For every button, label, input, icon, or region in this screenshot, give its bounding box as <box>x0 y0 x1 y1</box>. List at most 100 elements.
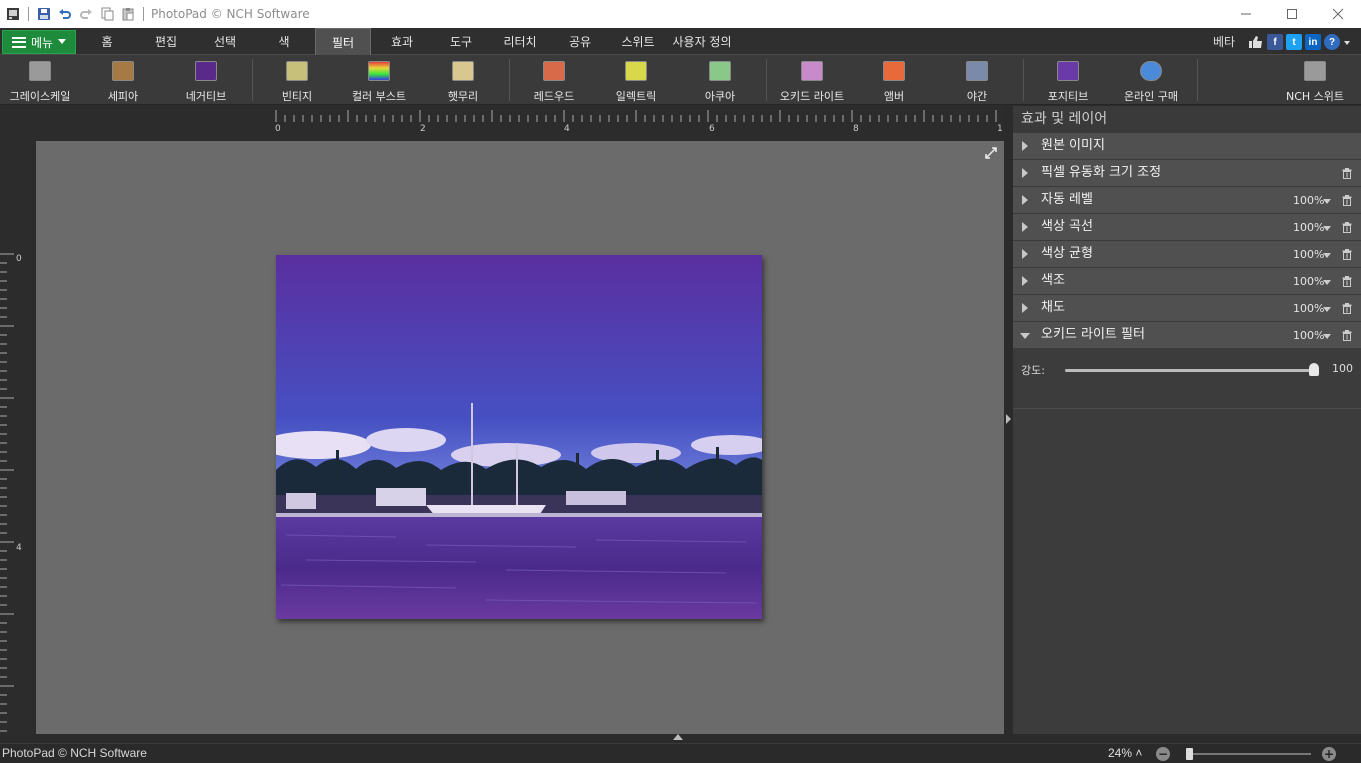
edited-photo[interactable] <box>276 255 762 619</box>
layer-row[interactable]: 색상 균형 100% <box>1013 241 1361 268</box>
buy-online-button[interactable]: 온라인 구매 <box>1118 58 1184 104</box>
tab-edit[interactable]: 편집 <box>145 28 187 55</box>
twitter-icon[interactable]: t <box>1286 34 1302 50</box>
maximize-button[interactable] <box>1269 0 1315 28</box>
layer-row[interactable]: 색조 100% <box>1013 268 1361 295</box>
paste-icon[interactable] <box>119 5 137 23</box>
nch-suite-button[interactable]: NCH 스위트 <box>1282 58 1348 104</box>
tab-tools[interactable]: 도구 <box>440 28 482 55</box>
close-button[interactable] <box>1315 0 1361 28</box>
negative-button[interactable]: 네거티브 <box>178 58 234 104</box>
layer-opacity[interactable]: 100% <box>1293 268 1324 295</box>
electric-button[interactable]: 일렉트릭 <box>610 58 662 104</box>
chevron-down-icon[interactable] <box>1323 226 1331 231</box>
layer-row[interactable]: 오키드 라이트 필터 100% <box>1013 322 1361 349</box>
layer-row[interactable]: 채도 100% <box>1013 295 1361 322</box>
halo-button[interactable]: 햇무리 <box>440 58 486 104</box>
strength-slider-track[interactable] <box>1065 369 1315 372</box>
nch-suite-icon <box>1304 61 1326 81</box>
chevron-down-icon[interactable] <box>1323 253 1331 258</box>
trash-icon[interactable] <box>1342 303 1352 314</box>
layer-name: 원본 이미지 <box>1041 138 1105 153</box>
undo-icon[interactable] <box>56 5 74 23</box>
chevron-down-icon[interactable] <box>1343 34 1351 50</box>
app-icon[interactable] <box>4 5 22 23</box>
minimize-button[interactable] <box>1223 0 1269 28</box>
tab-color[interactable]: 색 <box>268 28 300 55</box>
zoom-out-button[interactable]: − <box>1156 747 1170 761</box>
night-button[interactable]: 야간 <box>954 58 1000 104</box>
amber-icon <box>883 61 905 81</box>
vintage-button[interactable]: 빈티지 <box>274 58 320 104</box>
layer-row[interactable]: 픽셀 유동화 크기 조정 <box>1013 160 1361 187</box>
collapsed-arrow-icon[interactable] <box>1022 276 1028 286</box>
strength-value: 100 <box>1332 362 1353 375</box>
layer-row[interactable]: 색상 곡선 100% <box>1013 214 1361 241</box>
redwood-button[interactable]: 레드우드 <box>528 58 580 104</box>
layer-opacity[interactable]: 100% <box>1293 295 1324 322</box>
chevron-down-icon[interactable] <box>1323 334 1331 339</box>
tab-filter[interactable]: 필터 <box>315 28 371 55</box>
fullscreen-expand-icon[interactable] <box>984 146 998 160</box>
color-boost-button[interactable]: 컬러 부스트 <box>346 58 412 104</box>
tab-customize[interactable]: 사용자 정의 <box>670 28 734 55</box>
chevron-down-icon[interactable] <box>1323 199 1331 204</box>
trash-icon[interactable] <box>1342 249 1352 260</box>
beta-label[interactable]: 베타 <box>1213 28 1235 55</box>
layer-row[interactable]: 자동 레벨 100% <box>1013 187 1361 214</box>
grayscale-button[interactable]: 그레이스케일 <box>6 58 74 104</box>
tab-share[interactable]: 공유 <box>559 28 601 55</box>
collapsed-arrow-icon[interactable] <box>1022 195 1028 205</box>
collapse-panel-icon[interactable] <box>1006 414 1011 424</box>
trash-icon[interactable] <box>1342 222 1352 233</box>
menu-button[interactable]: 메뉴 <box>2 30 76 54</box>
chevron-down-icon[interactable] <box>1323 307 1331 312</box>
tab-effects[interactable]: 효과 <box>381 28 423 55</box>
image-canvas[interactable] <box>36 141 1004 734</box>
trash-icon[interactable] <box>1342 168 1352 179</box>
tab-select[interactable]: 선택 <box>204 28 246 55</box>
collapsed-arrow-icon[interactable] <box>1022 222 1028 232</box>
strength-slider-thumb[interactable] <box>1309 363 1319 376</box>
collapsed-arrow-icon[interactable] <box>1022 303 1028 313</box>
color-boost-icon <box>368 61 390 81</box>
collapsed-arrow-icon[interactable] <box>1022 141 1028 151</box>
help-icon[interactable]: ? <box>1324 34 1340 50</box>
ribbon-tab-bar: 메뉴 홈 편집 선택 색 필터 효과 도구 리터치 공유 스위트 사용자 정의 … <box>0 28 1361 55</box>
aqua-icon <box>709 61 731 81</box>
horizontal-ruler: 0 2 4 6 8 1 <box>36 106 1004 141</box>
copy-icon[interactable] <box>98 5 116 23</box>
layer-opacity[interactable]: 100% <box>1293 241 1324 268</box>
trash-icon[interactable] <box>1342 195 1352 206</box>
positive-button[interactable]: 포지티브 <box>1040 58 1096 104</box>
like-icon[interactable] <box>1248 34 1264 50</box>
chevron-down-icon[interactable] <box>1323 280 1331 285</box>
save-icon[interactable] <box>35 5 53 23</box>
zoom-slider-thumb[interactable] <box>1185 748 1193 760</box>
zoom-in-button[interactable]: + <box>1322 747 1336 761</box>
trash-icon[interactable] <box>1342 330 1352 341</box>
tab-home[interactable]: 홈 <box>88 28 126 55</box>
orchid-light-button[interactable]: 오키드 라이트 <box>774 58 850 104</box>
linkedin-icon[interactable]: in <box>1305 34 1321 50</box>
panel-splitter[interactable] <box>1004 106 1013 734</box>
layer-opacity[interactable]: 100% <box>1293 187 1324 214</box>
layer-opacity[interactable]: 100% <box>1293 322 1324 349</box>
zoom-slider-track[interactable] <box>1186 753 1311 755</box>
collapsed-arrow-icon[interactable] <box>1022 249 1028 259</box>
social-links: f t in ? <box>1248 34 1351 50</box>
amber-button[interactable]: 앰버 <box>872 58 916 104</box>
collapse-bottom-icon[interactable] <box>673 734 683 740</box>
layer-opacity[interactable]: 100% <box>1293 214 1324 241</box>
layer-row[interactable]: 원본 이미지 <box>1013 133 1361 160</box>
collapsed-arrow-icon[interactable] <box>1022 168 1028 178</box>
trash-icon[interactable] <box>1342 276 1352 287</box>
expanded-arrow-icon[interactable] <box>1020 333 1030 339</box>
sepia-button[interactable]: 세피아 <box>100 58 146 104</box>
zoom-value[interactable]: 24% ˄ <box>1108 746 1142 760</box>
tab-suite[interactable]: 스위트 <box>614 28 662 55</box>
redo-icon[interactable] <box>77 5 95 23</box>
tab-retouch[interactable]: 리터치 <box>496 28 544 55</box>
aqua-button[interactable]: 아쿠아 <box>696 58 744 104</box>
facebook-icon[interactable]: f <box>1267 34 1283 50</box>
